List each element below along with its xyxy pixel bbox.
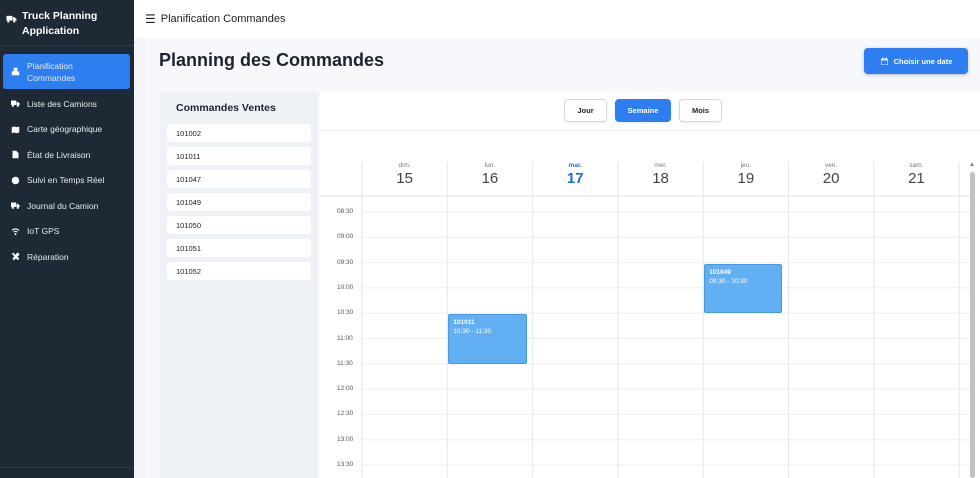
sidebar-item-label: Planification Commandes <box>27 60 76 83</box>
day-date: 15 <box>396 170 413 187</box>
event-id: 101049 <box>709 268 731 276</box>
time-label: 13:30 <box>337 461 354 468</box>
view-button-jour[interactable]: Jour <box>564 99 607 122</box>
calendar-event[interactable]: 101011 10:30 - 11:30 <box>448 314 527 364</box>
scrollbar-thumb[interactable] <box>970 172 975 478</box>
map-icon <box>10 124 21 135</box>
sidebar-item-label: État de Livraison <box>27 149 91 160</box>
calendar-event[interactable]: 101049 09:30 - 10:30 <box>704 263 783 314</box>
time-label: 09:30 <box>337 258 354 266</box>
view-button-semaine[interactable]: Semaine <box>615 99 671 122</box>
truck-icon <box>10 98 21 109</box>
day-date: 21 <box>908 170 925 187</box>
main-content: Planning des Commandes Choisir une date … <box>145 38 980 478</box>
day-header[interactable]: dim. 15 <box>362 162 447 196</box>
event-time: 10:30 - 11:30 <box>453 328 492 336</box>
day-date: 19 <box>737 170 755 187</box>
choose-date-label: Choisir une date <box>893 56 953 66</box>
orders-list: 101002 101011 101047 101049 101050 101051 1010… <box>167 124 311 280</box>
day-header[interactable]: lun. 16 <box>447 162 532 196</box>
time-label: 12:00 <box>337 385 354 393</box>
truck-icon <box>10 200 21 211</box>
sidebar-item-7[interactable]: Réparation <box>3 244 130 270</box>
day-name: lun. <box>484 162 496 169</box>
time-label: 11:00 <box>337 334 353 342</box>
hamburger-menu-icon[interactable]: ☰ <box>145 12 156 26</box>
brand: Truck Planning Application <box>0 0 134 46</box>
order-item[interactable]: 101051 <box>167 239 311 257</box>
time-label: 12:30 <box>337 410 354 418</box>
event-time: 09:30 - 10:30 <box>709 277 748 285</box>
order-item[interactable]: 101047 <box>167 170 311 188</box>
calendar-icon <box>880 57 888 65</box>
topbar: ☰ Planification Commandes <box>134 0 980 38</box>
day-header[interactable]: sam. 21 <box>874 162 959 196</box>
day-date: 20 <box>822 170 840 187</box>
sidebar-item-1[interactable]: Liste des Camions <box>3 91 130 117</box>
scroll-up-icon[interactable]: ▲ <box>969 162 975 168</box>
day-date: 16 <box>481 170 499 187</box>
order-item[interactable]: 101052 <box>167 262 311 280</box>
file-icon <box>10 149 21 160</box>
day-name: mer. <box>654 162 667 169</box>
day-name: mar. <box>568 162 582 169</box>
time-label: 13:00 <box>337 435 354 443</box>
sidebar-item-3[interactable]: État de Livraison <box>3 142 130 168</box>
day-header[interactable]: ven. 20 <box>789 162 874 196</box>
calendar-grid: ▲ 08:30 09:00 09:30 10:00 10:30 11:00 11:30 12:… <box>320 162 975 478</box>
day-header[interactable]: jeu. 19 <box>703 162 788 196</box>
sidebar-item-0[interactable]: Planification Commandes <box>3 54 130 89</box>
sidebar-item-4[interactable]: Suivi en Temps Réel <box>3 168 130 194</box>
grid-lines <box>320 162 970 478</box>
day-name: jeu. <box>740 162 752 169</box>
sidebar-item-label: Journal du Camion <box>27 200 99 211</box>
calendar: Jour Semaine Mois ▲ 08:30 09:00 09:30 10:00 10… <box>320 92 980 478</box>
view-switcher: Jour Semaine Mois <box>564 99 722 122</box>
day-header[interactable]: mar. 17 <box>533 162 618 196</box>
app-title: Truck Planning Application <box>22 10 98 37</box>
order-item[interactable]: 101050 <box>167 216 311 234</box>
topbar-title: Planification Commandes <box>160 13 286 25</box>
sidebar: Truck Planning Application Planification… <box>0 0 134 478</box>
truck-logo-icon <box>6 15 17 23</box>
order-item[interactable]: 101049 <box>167 193 311 211</box>
time-label: 09:00 <box>337 233 354 241</box>
calendar-scrollbar[interactable]: ▲ <box>969 162 975 478</box>
sidebar-item-label: IoT GPS <box>27 226 60 237</box>
day-name: sam. <box>909 162 924 169</box>
time-label: 08:30 <box>337 208 354 215</box>
sidebar-item-label: Suivi en Temps Réel <box>27 175 105 186</box>
day-date: 18 <box>652 170 669 187</box>
clock-icon <box>10 175 21 186</box>
day-name: ven. <box>825 162 838 169</box>
event-id: 101011 <box>453 319 475 327</box>
calendar-toolbar-divider <box>320 130 980 131</box>
sidebar-item-label: Carte géographique <box>27 124 103 135</box>
sidebar-item-label: Réparation <box>27 251 69 262</box>
page-title: Planning des Commandes <box>159 50 385 70</box>
sidebar-item-6[interactable]: IoT GPS <box>3 219 130 245</box>
sidebar-item-2[interactable]: Carte géographique <box>3 117 130 143</box>
orders-panel: Commandes Ventes 101002 101011 101047 10104… <box>160 92 318 478</box>
order-item[interactable]: 101002 <box>167 124 311 142</box>
view-button-mois[interactable]: Mois <box>679 99 722 122</box>
order-item[interactable]: 101011 <box>167 147 311 165</box>
time-label: 10:30 <box>337 309 354 317</box>
sidebar-item-5[interactable]: Journal du Camion <box>3 193 130 219</box>
choose-date-button[interactable]: Choisir une date <box>864 48 968 74</box>
sidebar-divider <box>0 467 134 468</box>
time-label: 10:00 <box>337 283 354 291</box>
day-date: 17 <box>566 170 584 187</box>
time-label: 11:30 <box>337 359 353 367</box>
day-header[interactable]: mer. 18 <box>618 162 703 196</box>
sidebar-item-label: Liste des Camions <box>27 98 97 109</box>
tools-icon <box>10 251 21 262</box>
sidebar-nav: Planification Commandes Liste des Camions… <box>0 46 134 270</box>
day-name: dim. <box>398 162 411 169</box>
wifi-icon <box>10 226 21 237</box>
orders-title: Commandes Ventes <box>176 102 276 114</box>
boxes-icon <box>10 66 21 77</box>
